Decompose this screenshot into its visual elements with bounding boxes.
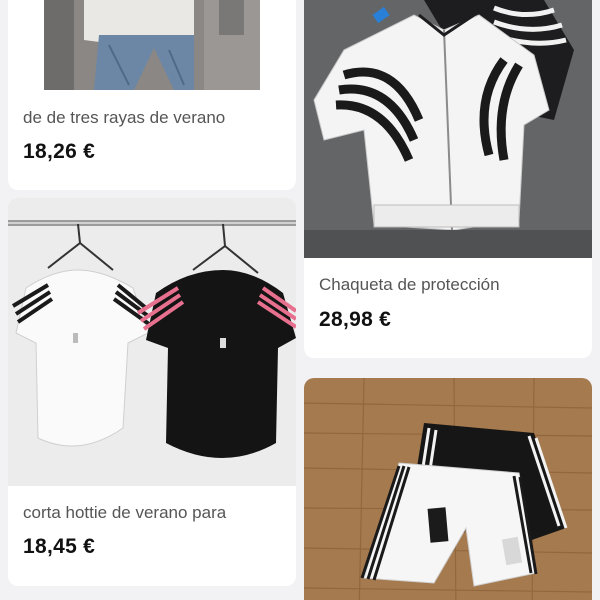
product-card[interactable]: de de tres rayas de verano 18,26 € [8, 0, 296, 190]
product-card[interactable] [304, 378, 592, 600]
product-image[interactable] [304, 0, 592, 258]
product-price: 18,26 € [23, 140, 96, 163]
product-price: 28,98 € [319, 308, 392, 331]
product-card[interactable]: corta hottie de verano para 18,45 € [8, 198, 296, 586]
product-image[interactable] [304, 378, 592, 600]
product-image[interactable] [44, 0, 260, 90]
product-image[interactable] [8, 198, 296, 486]
product-price: 18,45 € [23, 535, 96, 558]
product-card[interactable]: Chaqueta de protección 28,98 € [304, 0, 592, 358]
product-title[interactable]: corta hottie de verano para [23, 503, 226, 523]
product-title[interactable]: de de tres rayas de verano [23, 108, 225, 128]
product-title[interactable]: Chaqueta de protección [319, 275, 500, 295]
